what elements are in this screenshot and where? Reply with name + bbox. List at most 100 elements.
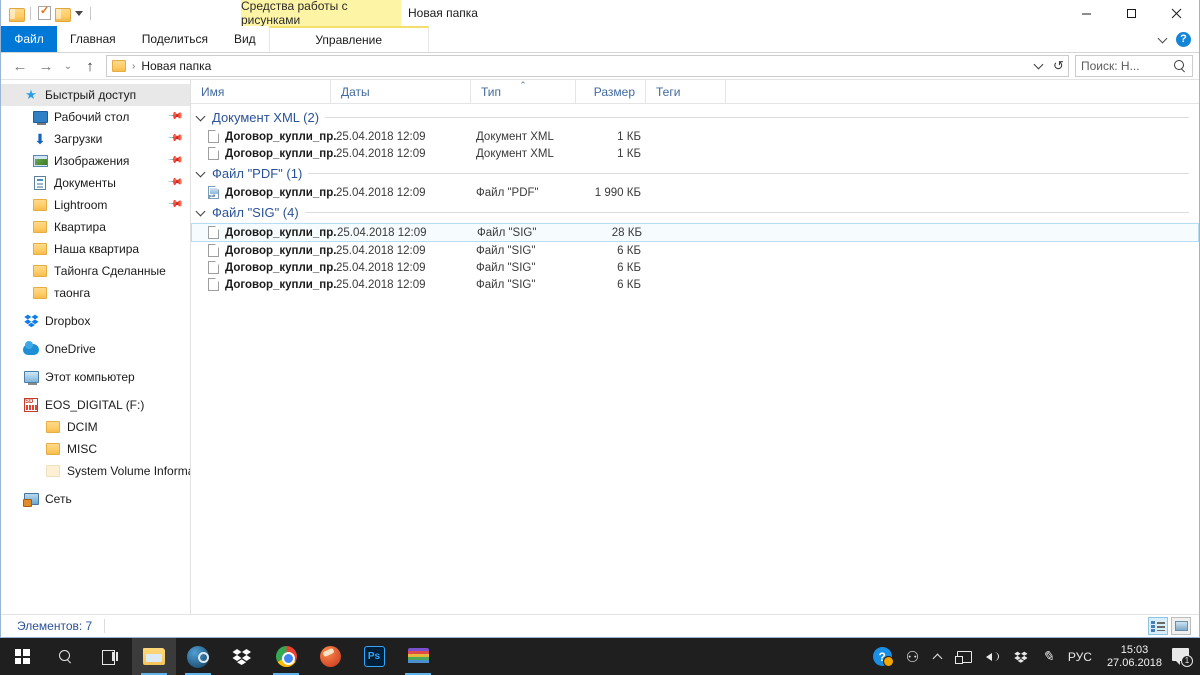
up-button[interactable]: ↑	[77, 54, 103, 78]
sidebar-item-network[interactable]: Сеть	[1, 488, 190, 510]
sidebar-item-quick-access[interactable]: ★ Быстрый доступ	[1, 84, 190, 106]
dropbox-icon	[232, 648, 252, 666]
refresh-icon[interactable]: ↻	[1053, 58, 1064, 74]
sidebar-item-misc[interactable]: MISC	[1, 438, 190, 460]
notification-center-button[interactable]: 1	[1172, 647, 1193, 667]
tray-pen-button[interactable]: ✎	[1035, 638, 1061, 675]
table-row[interactable]: pdf Договор_купли_пр... 25.04.2018 12:09…	[191, 184, 1199, 201]
sidebar-item-lightroom[interactable]: Lightroom 📌	[1, 194, 190, 216]
sidebar-item-downloads[interactable]: ⬇ Загрузки 📌	[1, 128, 190, 150]
sidebar-item-dcim[interactable]: DCIM	[1, 416, 190, 438]
group-header-pdf[interactable]: Файл "PDF" (1)	[191, 162, 1199, 184]
group-header-sig[interactable]: Файл "SIG" (4)	[191, 201, 1199, 223]
sidebar-item-taonga[interactable]: таонга	[1, 282, 190, 304]
table-row[interactable]: Договор_купли_пр... 25.04.2018 12:09 Док…	[191, 128, 1199, 145]
minimize-button[interactable]	[1064, 0, 1109, 26]
chevron-down-icon[interactable]	[196, 207, 206, 217]
tray-network-button[interactable]	[950, 638, 979, 675]
details-view-button[interactable]	[1148, 617, 1168, 635]
sidebar-item-documents[interactable]: Документы 📌	[1, 172, 190, 194]
file-list[interactable]: Документ XML (2) Договор_купли_пр... 25.…	[191, 104, 1199, 614]
sidebar-item-system-volume-information[interactable]: System Volume Information	[1, 460, 190, 482]
pin-icon[interactable]: 📌	[166, 130, 183, 147]
qat-divider-2	[90, 6, 91, 20]
table-row[interactable]: Договор_купли_пр... 25.04.2018 12:09 Док…	[191, 145, 1199, 162]
recent-locations-button[interactable]: ⌄	[59, 54, 77, 78]
sidebar-item-nasha-kvartira[interactable]: Наша квартира	[1, 238, 190, 260]
sidebar-item-onedrive[interactable]: OneDrive	[1, 338, 190, 360]
sidebar-item-dropbox[interactable]: Dropbox	[1, 310, 190, 332]
onedrive-icon	[23, 340, 39, 357]
large-icons-view-button[interactable]	[1171, 617, 1191, 635]
tab-share[interactable]: Поделиться	[129, 26, 221, 52]
search-input[interactable]: Поиск: Н...	[1075, 55, 1193, 77]
winrar-button[interactable]	[396, 638, 440, 675]
pin-icon[interactable]: 📌	[166, 174, 183, 191]
pin-icon[interactable]: 📌	[166, 152, 183, 169]
chevron-down-icon[interactable]	[196, 112, 206, 122]
column-header-date[interactable]: Даты	[331, 80, 471, 104]
table-row[interactable]: Договор_купли_пр... 25.04.2018 12:09 Фай…	[191, 223, 1199, 242]
tray-language-button[interactable]: РУС	[1061, 638, 1099, 675]
chrome-button[interactable]	[264, 638, 308, 675]
forward-arrow-icon: →	[38, 57, 54, 75]
search-button[interactable]	[44, 638, 88, 675]
pin-icon[interactable]: 📌	[166, 196, 183, 213]
properties-icon[interactable]	[38, 4, 51, 20]
sidebar-item-this-pc[interactable]: Этот компьютер	[1, 366, 190, 388]
tray-show-hidden-button[interactable]	[926, 638, 950, 675]
help-icon[interactable]: ?	[1176, 31, 1191, 47]
tab-view[interactable]: Вид	[221, 26, 269, 52]
sidebar-item-label: Квартира	[54, 220, 106, 234]
back-button[interactable]: ←	[7, 54, 33, 78]
chevron-down-icon[interactable]	[196, 168, 206, 178]
file-explorer-button[interactable]	[132, 638, 176, 675]
sidebar-item-taionga-sdelannye[interactable]: Тайонга Сделанные	[1, 260, 190, 282]
sidebar-item-kvartira[interactable]: Квартира	[1, 216, 190, 238]
forward-button[interactable]: →	[33, 54, 59, 78]
file-name: Договор_купли_пр...	[225, 226, 337, 239]
photoshop-button[interactable]: Ps	[352, 638, 396, 675]
column-header-size[interactable]: Размер	[576, 80, 646, 104]
tab-file[interactable]: Файл	[1, 26, 57, 52]
close-button[interactable]	[1154, 0, 1199, 26]
customize-dropdown-icon[interactable]	[75, 10, 83, 16]
table-row[interactable]: Договор_купли_пр... 25.04.2018 12:09 Фай…	[191, 276, 1199, 293]
address-dropdown-icon[interactable]	[1034, 61, 1044, 71]
file-type: Документ XML	[476, 130, 554, 143]
ccleaner-button[interactable]	[308, 638, 352, 675]
tray-people-button[interactable]: ⚇	[899, 638, 926, 675]
folder-icon[interactable]	[55, 7, 71, 22]
tray-volume-button[interactable]	[979, 638, 1007, 675]
table-row[interactable]: Договор_купли_пр... 25.04.2018 12:09 Фай…	[191, 259, 1199, 276]
pin-icon[interactable]: 📌	[166, 108, 183, 125]
maximize-button[interactable]	[1109, 0, 1154, 26]
tray-help-button[interactable]: ?	[866, 638, 899, 675]
new-folder-icon[interactable]	[9, 7, 25, 22]
group-header-rule	[325, 116, 1189, 118]
sidebar-item-desktop[interactable]: Рабочий стол 📌	[1, 106, 190, 128]
clock[interactable]: 15:03 27.06.2018	[1099, 644, 1170, 670]
tray-dropbox-button[interactable]	[1007, 638, 1035, 675]
sidebar-item-pictures[interactable]: Изображения 📌	[1, 150, 190, 172]
chevron-down-icon[interactable]	[1158, 34, 1168, 44]
tab-manage[interactable]: Управление	[268, 26, 429, 52]
column-header-name[interactable]: Имя	[191, 80, 331, 104]
address-field[interactable]: › Новая папка ↻	[106, 55, 1069, 77]
sidebar-item-label: Документы	[54, 176, 116, 190]
column-header-tags[interactable]: Теги	[646, 80, 726, 104]
sidebar-item-eos-digital[interactable]: EOS_DIGITAL (F:)	[1, 394, 190, 416]
breadcrumb-current[interactable]: Новая папка	[141, 59, 211, 73]
task-view-button[interactable]	[88, 638, 132, 675]
group-header-xml[interactable]: Документ XML (2)	[191, 106, 1199, 128]
navigation-pane[interactable]: ★ Быстрый доступ Рабочий стол 📌 ⬇ Загруз…	[1, 80, 191, 614]
dropbox-button[interactable]	[220, 638, 264, 675]
column-header-type[interactable]: Тип ⌃	[471, 80, 576, 104]
desktop-icon	[32, 109, 48, 125]
sidebar-item-label: MISC	[67, 442, 97, 456]
start-button[interactable]	[0, 638, 44, 675]
sidebar-item-label: DCIM	[67, 420, 98, 434]
tab-home[interactable]: Главная	[57, 26, 129, 52]
table-row[interactable]: Договор_купли_пр... 25.04.2018 12:09 Фай…	[191, 242, 1199, 259]
steam-button[interactable]	[176, 638, 220, 675]
